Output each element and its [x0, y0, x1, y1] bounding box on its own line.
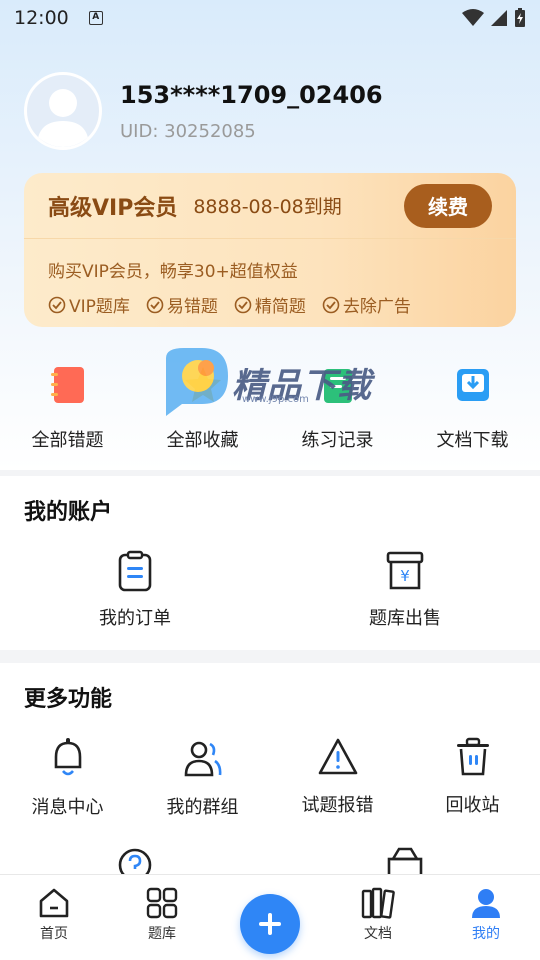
status-bar: 12:00 A — [0, 0, 540, 36]
warning-icon — [318, 738, 357, 775]
quick-action-label: 文档下载 — [436, 430, 509, 451]
check-circle-icon — [48, 296, 66, 313]
account-section: 我的账户 我的订单 ¥ 题库出售 — [0, 476, 540, 650]
quick-action-label: 全部错题 — [31, 430, 104, 451]
account-items: 我的订单 ¥ 题库出售 — [0, 550, 540, 630]
vip-header: 高级VIP会员 8888-08-08到期 续费 — [24, 173, 516, 239]
svg-text:¥: ¥ — [400, 567, 410, 585]
more-item-label: 我的群组 — [166, 797, 239, 818]
tab-label: 题库 — [148, 926, 176, 942]
vip-card[interactable]: 高级VIP会员 8888-08-08到期 续费 购买VIP会员，畅享30+超值权… — [24, 173, 516, 327]
grid-icon — [146, 887, 178, 919]
report-question-error[interactable]: 试题报错 — [270, 737, 405, 819]
vip-perks: VIP题库 易错题 精简题 去除广告 — [24, 282, 516, 317]
tab-label: 首页 — [40, 926, 68, 942]
vip-perk: 易错题 — [146, 292, 218, 317]
default-avatar-icon — [37, 89, 89, 147]
section-title: 更多功能 — [24, 687, 113, 712]
profile-info: 153****1709_02406 UID: 30252085 — [120, 81, 383, 142]
more-item-label: 消息中心 — [31, 797, 104, 818]
my-groups[interactable]: 我的群组 — [135, 737, 270, 819]
account-item-label: 我的订单 — [99, 608, 171, 629]
document-icon — [361, 887, 395, 919]
renew-button[interactable]: 续费 — [404, 183, 492, 228]
account-item-label: 题库出售 — [369, 608, 441, 629]
quick-action-wrong-questions[interactable]: 全部错题 — [0, 360, 135, 452]
watermark-url: www.j9p.com — [242, 394, 309, 405]
more-item-label: 回收站 — [445, 795, 500, 816]
wifi-icon — [462, 9, 484, 26]
quick-action-doc-download[interactable]: 文档下载 — [405, 360, 540, 452]
tab-documents[interactable]: 文档 — [324, 875, 432, 943]
notification-a-icon: A — [88, 11, 103, 25]
more-item-label: 试题报错 — [301, 795, 374, 816]
vip-perk: 精简题 — [234, 292, 306, 317]
username: 153****1709_02406 — [120, 80, 383, 109]
status-icons — [462, 8, 526, 28]
vip-description: 购买VIP会员，畅享30+超值权益 — [48, 262, 298, 282]
user-id: UID: 30252085 — [120, 120, 256, 142]
tab-home[interactable]: 首页 — [0, 875, 108, 943]
check-circle-icon — [234, 296, 252, 313]
tab-label: 我的 — [472, 926, 500, 942]
vip-perk-label: 去除广告 — [342, 297, 411, 317]
plus-icon — [259, 913, 281, 935]
question-bank-sale[interactable]: ¥ 题库出售 — [270, 550, 540, 630]
avatar[interactable] — [24, 72, 102, 150]
vip-perk-label: 精简题 — [254, 297, 306, 317]
vip-perk: VIP题库 — [48, 292, 130, 317]
vip-title: 高级VIP会员 — [48, 195, 178, 221]
my-orders[interactable]: 我的订单 — [0, 550, 270, 630]
download-icon — [456, 369, 489, 401]
vip-perk: 去除广告 — [322, 292, 411, 317]
check-circle-icon — [146, 296, 164, 313]
recycle-bin[interactable]: 回收站 — [405, 737, 540, 819]
tab-question-bank[interactable]: 题库 — [108, 875, 216, 943]
status-time: 12:00 — [14, 7, 69, 29]
bell-icon — [54, 738, 81, 776]
vip-perk-label: VIP题库 — [69, 297, 130, 317]
group-icon — [184, 741, 221, 777]
battery-icon — [515, 8, 525, 27]
order-icon — [118, 550, 152, 592]
vip-expire-date: 8888-08-08到期 — [193, 196, 342, 218]
quick-action-label: 全部收藏 — [166, 430, 239, 451]
quick-action-label: 练习记录 — [301, 430, 374, 451]
section-title: 我的账户 — [24, 500, 113, 525]
vip-perk-label: 易错题 — [166, 297, 218, 317]
more-section: 更多功能 消息中心 我的群组 试题报错 回收站 — [0, 663, 540, 883]
message-center[interactable]: 消息中心 — [0, 737, 135, 819]
trash-icon — [456, 737, 489, 776]
signal-icon — [491, 10, 507, 26]
sale-icon: ¥ — [386, 551, 424, 590]
profile-header[interactable]: 153****1709_02406 UID: 30252085 — [24, 72, 383, 150]
bottom-tab-bar: 首页 题库 文档 我的 — [0, 874, 540, 960]
tab-mine[interactable]: 我的 — [432, 875, 540, 943]
tab-label: 文档 — [364, 926, 392, 942]
tab-add[interactable] — [216, 875, 324, 954]
notebook-icon — [50, 367, 84, 403]
home-icon — [39, 888, 69, 918]
watermark-logo-icon — [166, 348, 228, 416]
watermark: 精品下载 www.j9p.com — [162, 346, 372, 418]
add-button[interactable] — [240, 894, 300, 954]
check-circle-icon — [322, 296, 340, 313]
more-items: 消息中心 我的群组 试题报错 回收站 — [0, 737, 540, 819]
user-icon — [472, 889, 500, 918]
